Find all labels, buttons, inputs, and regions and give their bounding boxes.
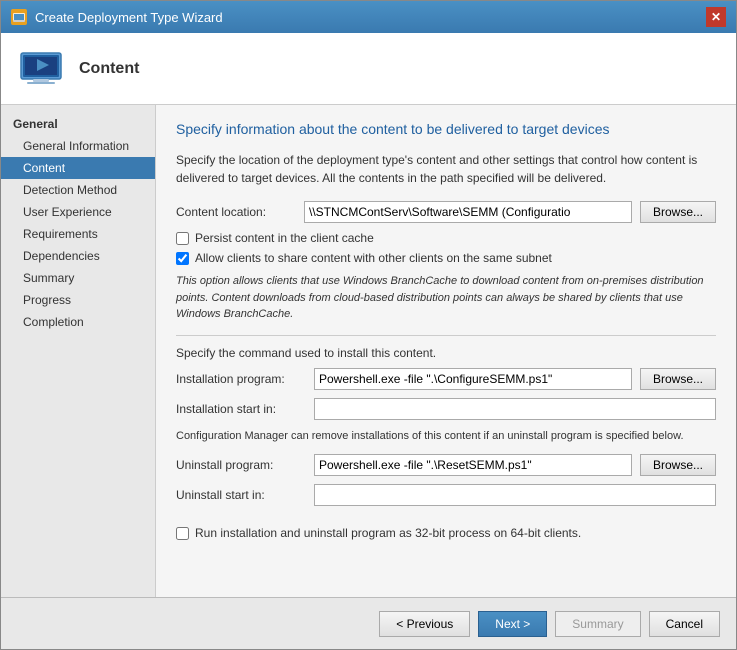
wizard-window: Create Deployment Type Wizard ✕ Content …	[0, 0, 737, 650]
installation-program-label: Installation program:	[176, 372, 306, 386]
cancel-button[interactable]: Cancel	[649, 611, 720, 637]
run-32bit-label: Run installation and uninstall program a…	[195, 526, 581, 540]
persist-cache-row: Persist content in the client cache	[176, 231, 716, 245]
installation-start-row: Installation start in:	[176, 398, 716, 420]
sidebar-item-dependencies[interactable]: Dependencies	[1, 245, 155, 267]
main-content: General General Information Content Dete…	[1, 105, 736, 597]
allow-share-checkbox[interactable]	[176, 252, 189, 265]
uninstall-program-label: Uninstall program:	[176, 458, 306, 472]
config-note: Configuration Manager can remove install…	[176, 428, 716, 445]
sidebar-item-progress[interactable]: Progress	[1, 289, 155, 311]
persist-cache-checkbox[interactable]	[176, 232, 189, 245]
uninstall-program-row: Uninstall program: Browse...	[176, 454, 716, 476]
uninstall-start-label: Uninstall start in:	[176, 488, 306, 502]
window-title: Create Deployment Type Wizard	[35, 10, 223, 25]
installation-program-row: Installation program: Browse...	[176, 368, 716, 390]
content-location-row: Content location: Browse...	[176, 201, 716, 223]
sidebar-item-user-experience[interactable]: User Experience	[1, 201, 155, 223]
allow-share-label: Allow clients to share content with othe…	[195, 251, 552, 265]
window-icon	[11, 9, 27, 25]
page-heading: Specify information about the content to…	[176, 121, 716, 137]
title-bar: Create Deployment Type Wizard ✕	[1, 1, 736, 33]
sidebar-item-completion[interactable]: Completion	[1, 311, 155, 333]
allow-share-row: Allow clients to share content with othe…	[176, 251, 716, 265]
sidebar-item-content[interactable]: Content	[1, 157, 155, 179]
sidebar: General General Information Content Dete…	[1, 105, 156, 597]
uninstall-start-input[interactable]	[314, 484, 716, 506]
header-bar: Content	[1, 33, 736, 105]
content-area: Specify information about the content to…	[156, 105, 736, 597]
content-location-browse-button[interactable]: Browse...	[640, 201, 716, 223]
run-32bit-row: Run installation and uninstall program a…	[176, 526, 716, 540]
uninstall-program-browse-button[interactable]: Browse...	[640, 454, 716, 476]
sidebar-item-general-information[interactable]: General Information	[1, 135, 155, 157]
header-icon	[17, 45, 65, 93]
persist-cache-label: Persist content in the client cache	[195, 231, 374, 245]
installation-start-input[interactable]	[314, 398, 716, 420]
previous-button[interactable]: < Previous	[379, 611, 470, 637]
installation-program-input[interactable]	[314, 368, 632, 390]
installation-program-browse-button[interactable]: Browse...	[640, 368, 716, 390]
installation-start-label: Installation start in:	[176, 402, 306, 416]
branch-cache-info: This option allows clients that use Wind…	[176, 273, 716, 323]
close-button[interactable]: ✕	[706, 7, 726, 27]
sidebar-item-detection-method[interactable]: Detection Method	[1, 179, 155, 201]
description: Specify the location of the deployment t…	[176, 151, 716, 187]
run-32bit-checkbox[interactable]	[176, 527, 189, 540]
footer: < Previous Next > Summary Cancel	[1, 597, 736, 649]
sidebar-item-summary[interactable]: Summary	[1, 267, 155, 289]
uninstall-start-row: Uninstall start in:	[176, 484, 716, 506]
title-bar-left: Create Deployment Type Wizard	[11, 9, 223, 25]
sidebar-section-general: General	[1, 113, 155, 135]
content-location-label: Content location:	[176, 205, 296, 219]
next-button[interactable]: Next >	[478, 611, 547, 637]
section-divider-1	[176, 335, 716, 336]
summary-button[interactable]: Summary	[555, 611, 640, 637]
sidebar-item-requirements[interactable]: Requirements	[1, 223, 155, 245]
install-section-label: Specify the command used to install this…	[176, 346, 716, 360]
header-title: Content	[79, 60, 139, 78]
uninstall-program-input[interactable]	[314, 454, 632, 476]
content-location-input[interactable]	[304, 201, 632, 223]
